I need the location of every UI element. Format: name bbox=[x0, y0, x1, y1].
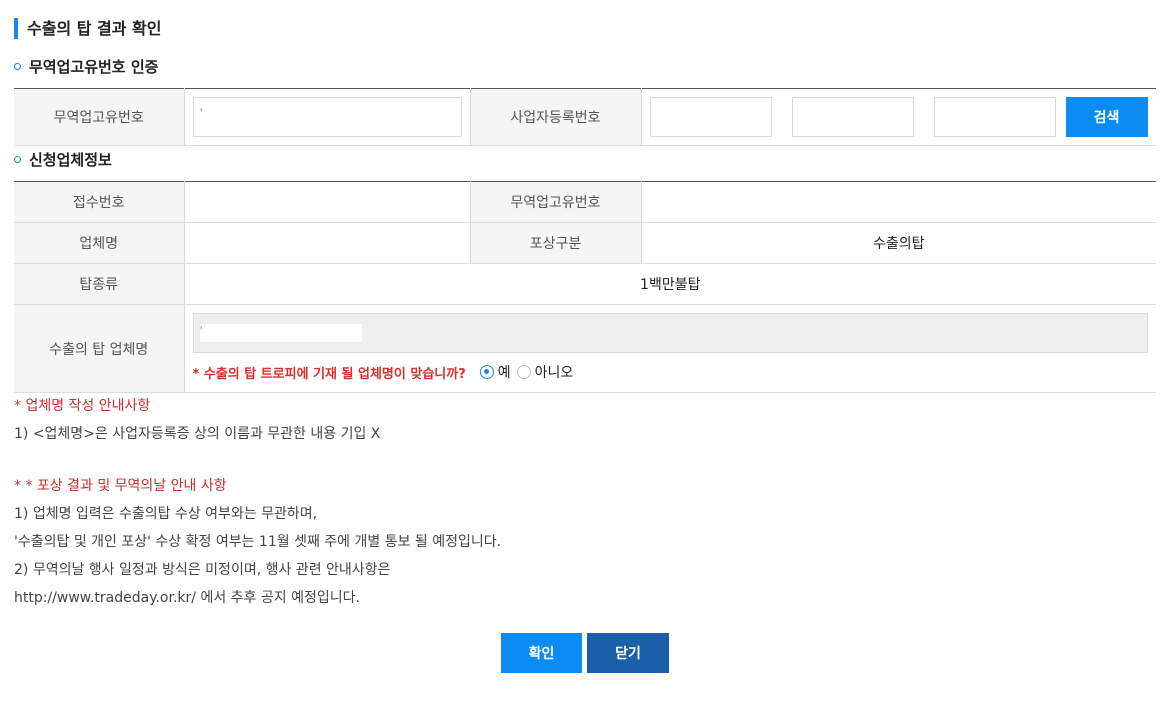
notes-line: '수출의탑 및 개인 포상' 수상 확정 여부는 11월 셋째 주에 개별 통보… bbox=[14, 534, 502, 550]
section-title-trade-auth: 무역업고유번호 인증 bbox=[14, 57, 158, 77]
tower-company-input[interactable]: ' bbox=[192, 313, 1148, 353]
circle-bullet-icon bbox=[14, 63, 21, 70]
close-button[interactable]: 닫기 bbox=[587, 633, 669, 673]
biz-reg-input-1[interactable] bbox=[649, 97, 772, 137]
notes-line: http://www.tradeday.or.kr/ 에서 추후 공지 예정입니… bbox=[14, 590, 360, 606]
trade-id-label: 무역업고유번호 bbox=[14, 88, 185, 146]
tower-type-value: 1백만불탑 bbox=[184, 263, 1156, 305]
notes-line: 1) 업체명 입력은 수출의탑 수상 여부와는 무관하며, bbox=[14, 506, 318, 522]
award-type-label: 포상구분 bbox=[470, 222, 642, 264]
receipt-no-value bbox=[184, 181, 471, 223]
radio-no-label[interactable]: 아니오 bbox=[535, 362, 574, 382]
company-info-table: 접수번호 무역업고유번호 업체명 포상구분 수출의탑 탑종류 1백만불탑 수출의… bbox=[14, 181, 1156, 393]
radio-no[interactable] bbox=[516, 365, 531, 379]
tower-company-input-value: ' bbox=[199, 324, 203, 338]
notes-line: 2) 무역의날 행사 일정과 방식은 미정이며, 행사 관련 안내사항은 bbox=[14, 562, 391, 578]
confirm-button[interactable]: 확인 bbox=[501, 633, 582, 673]
radio-yes[interactable] bbox=[479, 365, 494, 379]
tower-type-label: 탑종류 bbox=[14, 263, 185, 305]
company-name-label: 업체명 bbox=[14, 222, 185, 264]
trade-id-label-2: 무역업고유번호 bbox=[470, 181, 642, 223]
radio-yes-label[interactable]: 예 bbox=[498, 362, 511, 382]
receipt-no-label: 접수번호 bbox=[14, 181, 185, 223]
notes-section: * 업체명 작성 안내사항 1) <업체명>은 사업자등록증 상의 이름과 무관… bbox=[14, 392, 501, 612]
tower-company-label: 수출의 탑 업체명 bbox=[14, 304, 185, 393]
trade-id-value bbox=[641, 181, 1156, 223]
biz-reg-input-2[interactable] bbox=[791, 97, 914, 137]
search-button[interactable]: 검색 bbox=[1065, 97, 1148, 137]
section-title-text: 무역업고유번호 인증 bbox=[29, 58, 159, 76]
award-type-value: 수출의탑 bbox=[641, 222, 1156, 264]
trade-id-input-value: ' bbox=[199, 106, 203, 120]
notes-line: 1) <업체명>은 사업자등록증 상의 이름과 무관한 내용 기입 X bbox=[14, 426, 381, 442]
trade-auth-table: 무역업고유번호 ' 사업자등록번호 검색 bbox=[14, 88, 1156, 146]
notes-heading-company: * 업체명 작성 안내사항 bbox=[14, 398, 151, 414]
biz-reg-label: 사업자등록번호 bbox=[470, 88, 642, 146]
section-title-company-info: 신청업체정보 bbox=[14, 150, 112, 170]
biz-reg-input-3[interactable] bbox=[933, 97, 1056, 137]
company-name-value bbox=[184, 222, 471, 264]
page-title: 수출의 탑 결과 확인 bbox=[14, 18, 161, 39]
trade-id-input[interactable]: ' bbox=[192, 97, 462, 137]
section-title-text: 신청업체정보 bbox=[29, 151, 112, 169]
notes-heading-award: * * 포상 결과 및 무역의날 안내 사항 bbox=[14, 478, 227, 494]
trophy-name-question: * 수출의 탑 트로피에 기재 될 업체명이 맞습니까? bbox=[192, 366, 466, 382]
circle-bullet-icon bbox=[14, 156, 21, 163]
